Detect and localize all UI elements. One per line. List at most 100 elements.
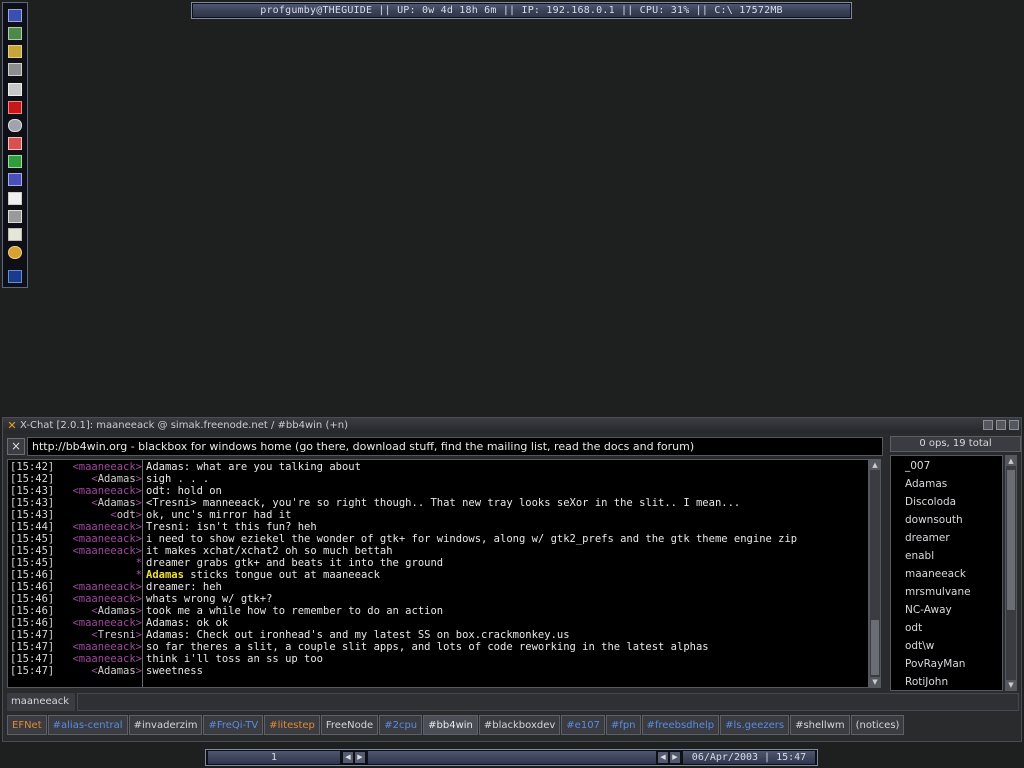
document-icon[interactable] bbox=[8, 192, 22, 205]
channel-tab[interactable]: #shellwm bbox=[790, 715, 850, 735]
message-nick[interactable]: maaneeack bbox=[79, 653, 136, 665]
channel-tab[interactable]: #bb4win bbox=[423, 715, 478, 735]
channel-tab[interactable]: EFNet bbox=[7, 715, 47, 735]
scroll-down-arrow-icon[interactable]: ▼ bbox=[870, 677, 880, 687]
message-nick[interactable]: maaneeack bbox=[79, 461, 136, 473]
message-nick[interactable]: Adamas bbox=[98, 665, 136, 677]
globe-icon[interactable] bbox=[8, 27, 22, 40]
user-list-item[interactable]: maaneeack bbox=[905, 565, 966, 583]
user-list-item[interactable]: RotiJohn bbox=[905, 673, 948, 691]
monitor-icon[interactable] bbox=[8, 83, 22, 96]
channel-tab[interactable]: #e107 bbox=[561, 715, 605, 735]
window-title: X-Chat [2.0.1]: maaneeack @ simak.freeno… bbox=[20, 420, 348, 431]
user-list[interactable]: _007 Adamas Discoloda downsouth dreamer enabl… bbox=[890, 455, 1003, 691]
message-nick[interactable]: maaneeack bbox=[79, 617, 136, 629]
user-list-item[interactable]: _007 bbox=[905, 457, 930, 475]
notepad-icon[interactable] bbox=[8, 228, 22, 241]
message-timestamp: [15:42] bbox=[10, 473, 55, 485]
channel-tab[interactable]: #FreQi-TV bbox=[203, 715, 264, 735]
close-tab-button[interactable]: × bbox=[7, 438, 25, 455]
hand-icon[interactable] bbox=[8, 246, 22, 259]
shield-icon[interactable] bbox=[8, 9, 22, 22]
user-list-item[interactable]: dreamer bbox=[905, 529, 950, 547]
channel-tab[interactable]: #ls.geezers bbox=[720, 715, 790, 735]
workspace-label[interactable]: 1 bbox=[208, 751, 340, 764]
message-nick[interactable]: Adamas bbox=[98, 605, 136, 617]
channel-tab[interactable]: #blackboxdev bbox=[478, 715, 561, 735]
close-window-button[interactable] bbox=[1009, 420, 1019, 430]
channel-tab[interactable]: #invaderzim bbox=[128, 715, 203, 735]
message-input[interactable] bbox=[77, 693, 1019, 711]
launcher-toolbar bbox=[2, 2, 28, 288]
userlist-scroll-thumb[interactable] bbox=[1007, 470, 1015, 610]
message-text: took me a while how to remember to do an… bbox=[146, 605, 444, 617]
next-workspace-arrow-icon[interactable]: ▶ bbox=[355, 752, 365, 763]
book-icon[interactable] bbox=[8, 137, 22, 150]
user-list-item[interactable]: Discoloda bbox=[905, 493, 956, 511]
nick-cell: <maaneeack> bbox=[72, 533, 142, 545]
userlist-scrollbar[interactable]: ▲ ▼ bbox=[1005, 455, 1017, 691]
maximize-button[interactable] bbox=[996, 420, 1006, 430]
message-nick[interactable]: maaneeack bbox=[79, 593, 136, 605]
message-nick[interactable]: maaneeack bbox=[79, 581, 136, 593]
user-list-item[interactable]: mrsmulvane bbox=[905, 583, 971, 601]
scroll-up-arrow-icon[interactable]: ▲ bbox=[1006, 456, 1016, 466]
channel-tab[interactable]: (notices) bbox=[850, 715, 905, 735]
channel-tab[interactable]: FreeNode bbox=[320, 715, 379, 735]
user-list-item[interactable]: odt bbox=[905, 619, 922, 637]
channel-tab[interactable]: #litestep bbox=[264, 715, 320, 735]
message-nick[interactable]: maaneeack bbox=[79, 641, 136, 653]
message-timestamp: [15:46] bbox=[10, 569, 55, 581]
prev-workspace-arrow-icon[interactable]: ◀ bbox=[343, 752, 353, 763]
scroll-up-arrow-icon[interactable]: ▲ bbox=[870, 460, 880, 470]
clock: 06/Apr/2003 | 15:47 bbox=[683, 751, 815, 764]
user-list-item[interactable]: odt\w bbox=[905, 637, 934, 655]
message-nick[interactable]: maaneeack bbox=[79, 533, 136, 545]
channel-tab[interactable]: #freebsdhelp bbox=[641, 715, 720, 735]
nick-cell: <maaneeack> bbox=[72, 641, 142, 653]
message-nick[interactable]: maaneeack bbox=[79, 485, 136, 497]
channel-tab[interactable]: #alias-central bbox=[47, 715, 128, 735]
ati-icon[interactable] bbox=[8, 101, 22, 114]
chat-scroll-thumb[interactable] bbox=[871, 620, 879, 675]
message-timestamp: [15:43] bbox=[10, 485, 55, 497]
message-timestamp: [15:46] bbox=[10, 581, 55, 593]
scroll-down-arrow-icon[interactable]: ▼ bbox=[1006, 680, 1016, 690]
message-timestamp: [15:45] bbox=[10, 545, 55, 557]
message-nick[interactable]: odt bbox=[117, 509, 136, 521]
nick-cell: <Adamas> bbox=[91, 605, 142, 617]
user-list-item[interactable]: NC-Away bbox=[905, 601, 952, 619]
eye-icon[interactable] bbox=[8, 119, 22, 132]
speaker-icon[interactable] bbox=[8, 45, 22, 58]
message-nick[interactable]: maaneeack bbox=[79, 545, 136, 557]
nick-button[interactable]: maaneeack bbox=[7, 693, 75, 711]
message-nick[interactable]: Adamas bbox=[98, 473, 136, 485]
window-titlebar[interactable]: ✕ X-Chat [2.0.1]: maaneeack @ simak.free… bbox=[3, 418, 1021, 433]
channel-tab[interactable]: #fpn bbox=[605, 715, 641, 735]
prev-task-arrow-icon[interactable]: ◀ bbox=[658, 752, 668, 763]
computers-icon[interactable] bbox=[8, 210, 22, 223]
chat-scrollbar[interactable]: ▲ ▼ bbox=[869, 459, 881, 688]
minimize-button[interactable] bbox=[983, 420, 993, 430]
user-list-item[interactable]: Adamas bbox=[905, 475, 947, 493]
channel-tab[interactable]: #2cpu bbox=[379, 715, 423, 735]
input-row: maaneeack bbox=[7, 693, 1019, 711]
network-icon[interactable] bbox=[8, 63, 22, 76]
task-area[interactable] bbox=[368, 751, 656, 764]
nick-separator bbox=[142, 460, 143, 687]
tree-icon[interactable] bbox=[8, 155, 22, 168]
topic-bar[interactable]: http://bb4win.org - blackbox for windows… bbox=[27, 437, 883, 456]
message-nick[interactable]: Tresni bbox=[98, 629, 136, 641]
user-list-item[interactable]: downsouth bbox=[905, 511, 963, 529]
user-list-item[interactable]: PovRayMan bbox=[905, 655, 965, 673]
chat-log[interactable]: [15:42] <maaneeack> Adamas: what are you t… bbox=[7, 459, 869, 688]
message-nick[interactable]: maaneeack bbox=[79, 521, 136, 533]
message-nick[interactable]: Adamas bbox=[98, 497, 136, 509]
nick-cell: * bbox=[135, 569, 142, 581]
next-task-arrow-icon[interactable]: ▶ bbox=[670, 752, 680, 763]
message-text: it makes xchat/xchat2 oh so much bettah bbox=[146, 545, 393, 557]
tray-icon[interactable] bbox=[8, 270, 22, 283]
xchat-logo-icon: ✕ bbox=[7, 418, 17, 432]
molecule-icon[interactable] bbox=[8, 173, 22, 186]
user-list-item[interactable]: enabl bbox=[905, 547, 934, 565]
